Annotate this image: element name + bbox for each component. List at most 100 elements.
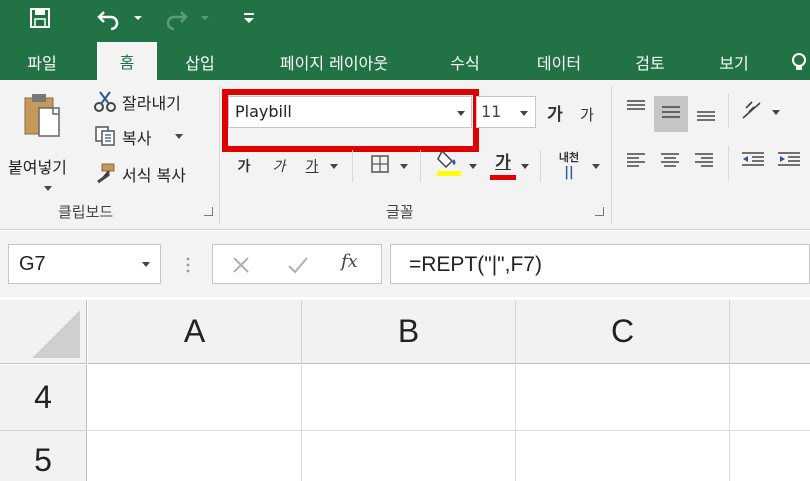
column-header-a[interactable]: A (88, 300, 302, 364)
bold-button[interactable]: 가 (232, 154, 256, 178)
undo-icon[interactable] (96, 4, 122, 32)
clipboard-group-label: 클립보드 (58, 203, 114, 221)
decrease-indent-button[interactable] (738, 150, 768, 174)
tab-review[interactable]: 검토 (622, 44, 678, 80)
tell-me-icon[interactable] (788, 44, 810, 80)
align-top-button[interactable] (622, 98, 650, 120)
insert-function-button[interactable]: fx (341, 251, 358, 272)
tab-home[interactable]: 홈 (97, 42, 157, 80)
select-all-corner[interactable] (0, 300, 87, 364)
bold-label: 가 (237, 159, 251, 175)
tab-formulas[interactable]: 수식 (437, 44, 493, 80)
format-painter-button[interactable]: 서식 복사 (92, 160, 216, 186)
format-painter-icon (94, 162, 116, 188)
italic-label: 가 (272, 159, 286, 175)
fill-color-button[interactable] (434, 148, 464, 180)
name-box-value: G7 (19, 253, 46, 275)
copy-dropdown-icon[interactable] (175, 134, 183, 139)
align-left-icon (626, 152, 646, 172)
row-header-5[interactable]: 5 (0, 431, 87, 481)
column-header-d[interactable] (730, 300, 810, 364)
increase-indent-button[interactable] (774, 150, 804, 174)
row-header-4[interactable]: 4 (0, 365, 87, 431)
grow-font-button[interactable]: 가 (542, 98, 568, 126)
formula-buttons: fx (212, 244, 382, 284)
phonetic-guide-button[interactable]: 내천 || (552, 146, 586, 182)
tab-page-layout[interactable]: 페이지 레이아웃 (254, 44, 414, 80)
paste-dropdown-icon[interactable] (44, 186, 52, 191)
save-icon[interactable] (28, 4, 52, 32)
font-color-label: 가 (495, 153, 511, 173)
fill-color-dropdown-icon[interactable] (469, 164, 477, 169)
cell-c5[interactable] (516, 431, 730, 481)
cell-d5[interactable] (730, 431, 810, 481)
name-box[interactable]: G7 (8, 244, 161, 284)
align-left-button[interactable] (622, 150, 650, 174)
formula-input[interactable]: =REPT("|",F7) (390, 244, 810, 284)
increase-indent-icon (777, 151, 801, 173)
tab-view[interactable]: 보기 (706, 44, 762, 80)
font-size-dropdown-icon[interactable] (520, 111, 528, 116)
font-group-label: 글꼴 (386, 203, 414, 221)
underline-dropdown-icon[interactable] (330, 164, 338, 169)
font-color-swatch (490, 175, 516, 180)
cell-a5[interactable] (88, 431, 302, 481)
shrink-font-label: 가 (580, 105, 594, 124)
font-color-button[interactable]: 가 (489, 148, 517, 180)
alignment-separator (728, 146, 729, 180)
font-size-value: 11 (481, 102, 502, 121)
align-right-button[interactable] (690, 150, 718, 174)
ribbon-home: 붙여넣기 잘라내기 복사 서식 복사 클립보드 Playbill 11 가 가 (0, 80, 810, 230)
column-header-c[interactable]: C (516, 300, 730, 364)
cut-label: 잘라내기 (122, 94, 181, 113)
column-label: A (183, 313, 206, 349)
scissors-icon (94, 90, 116, 116)
cell-c4[interactable] (516, 365, 730, 431)
clipboard-launcher-icon[interactable] (204, 207, 213, 216)
formula-bar-handle-icon[interactable] (186, 256, 190, 274)
cut-button[interactable]: 잘라내기 (92, 88, 204, 114)
paste-label: 붙여넣기 (8, 158, 67, 177)
orientation-icon (740, 98, 764, 126)
align-bottom-button[interactable] (692, 106, 720, 128)
redo-icon[interactable] (163, 4, 189, 32)
column-label: B (397, 313, 420, 349)
row-label: 5 (34, 442, 52, 478)
phonetic-dropdown-icon[interactable] (592, 164, 600, 169)
cell-b5[interactable] (302, 431, 516, 481)
copy-icon (94, 125, 116, 151)
tab-data[interactable]: 데이터 (522, 44, 596, 80)
underline-button[interactable]: 가 (300, 154, 324, 178)
column-header-b[interactable]: B (302, 300, 516, 364)
italic-button[interactable]: 가 (267, 154, 291, 178)
paste-icon (23, 92, 63, 142)
underline-label: 가 (305, 159, 319, 175)
copy-button[interactable]: 복사 (92, 123, 204, 149)
paste-button[interactable]: 붙여넣기 (6, 90, 72, 200)
orientation-button[interactable] (738, 98, 766, 126)
redo-dropdown-icon[interactable] (200, 4, 210, 32)
font-color-dropdown-icon[interactable] (521, 164, 529, 169)
align-top-icon (626, 100, 646, 118)
align-middle-button[interactable] (654, 96, 688, 132)
borders-button[interactable] (366, 152, 394, 180)
customize-icon[interactable] (243, 4, 255, 32)
align-center-button[interactable] (656, 150, 684, 174)
group-separator (219, 86, 220, 224)
shrink-font-button[interactable]: 가 (574, 100, 600, 128)
enter-icon[interactable] (287, 255, 309, 279)
cell-a4[interactable] (88, 365, 302, 431)
cell-b4[interactable] (302, 365, 516, 431)
font-separator (352, 150, 353, 182)
cell-d4[interactable] (730, 365, 810, 431)
font-launcher-icon[interactable] (595, 207, 604, 216)
tab-insert[interactable]: 삽입 (172, 44, 228, 80)
orientation-dropdown-icon[interactable] (772, 110, 780, 115)
cancel-icon[interactable] (231, 255, 251, 279)
borders-dropdown-icon[interactable] (400, 164, 408, 169)
phonetic-icon: || (564, 164, 574, 180)
name-box-dropdown-icon[interactable] (142, 262, 150, 267)
copy-label: 복사 (122, 129, 152, 148)
tab-file[interactable]: 파일 (16, 44, 68, 80)
undo-dropdown-icon[interactable] (133, 4, 143, 32)
